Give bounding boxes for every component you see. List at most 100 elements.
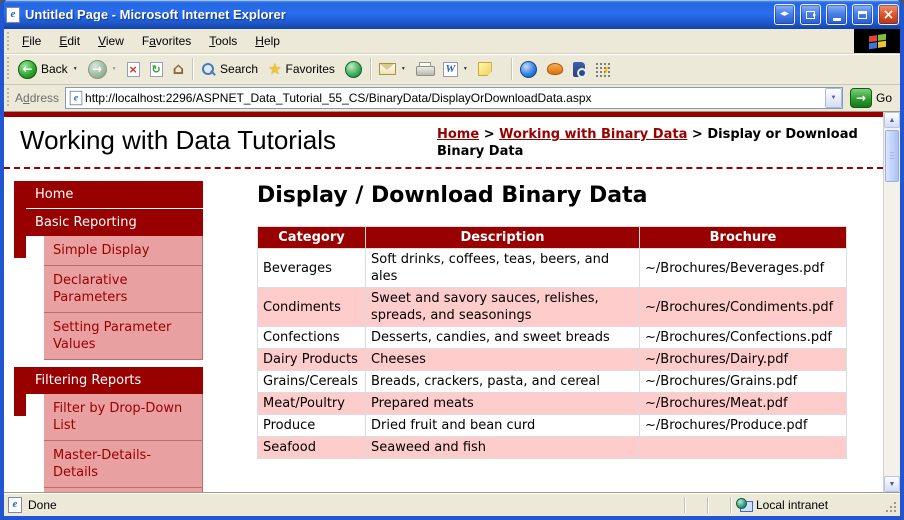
- menu-item-favorites[interactable]: Favorites: [133, 30, 200, 52]
- address-dropdown-button[interactable]: ▼: [825, 88, 842, 108]
- menu-item-tools[interactable]: Tools: [200, 30, 246, 52]
- sidebar-item-setting-parameter-values[interactable]: Setting Parameter Values: [44, 313, 203, 360]
- addon-fox-button[interactable]: [542, 61, 568, 77]
- cell-brochure: ~/Brochures/Grains.pdf: [640, 371, 847, 393]
- site-title: Working with Data Tutorials: [20, 124, 437, 156]
- scroll-down-button[interactable]: ▼: [884, 476, 900, 492]
- forward-icon: →: [88, 60, 107, 79]
- vertical-scrollbar[interactable]: ▲ ▼: [883, 112, 900, 492]
- sidebar-item-simple-display[interactable]: Simple Display: [44, 236, 203, 266]
- breadcrumb-link-home[interactable]: Home: [437, 127, 479, 142]
- nav-arrows-button[interactable]: ◂▸: [774, 4, 795, 25]
- status-page-icon: e: [8, 497, 22, 513]
- cell-category: Produce: [258, 415, 366, 437]
- search-label: Search: [220, 62, 258, 76]
- history-button[interactable]: [340, 59, 367, 80]
- menu-item-file[interactable]: File: [13, 30, 50, 52]
- main-content: Display / Download Binary Data CategoryD…: [257, 181, 883, 492]
- scrollbar-track[interactable]: [884, 128, 900, 476]
- research-button[interactable]: [568, 60, 590, 79]
- title-bar[interactable]: e Untitled Page - Microsoft Internet Exp…: [0, 0, 904, 29]
- cell-brochure: ~/Brochures/Confections.pdf: [640, 327, 847, 349]
- status-divider: [707, 497, 708, 513]
- table-header-category: Category: [258, 227, 366, 249]
- menu-item-edit[interactable]: Edit: [50, 30, 89, 52]
- sidebar-item-filter-by-drop-down-list[interactable]: Filter by Drop-Down List: [44, 394, 203, 441]
- sidebar-item-home[interactable]: Home: [26, 181, 203, 208]
- toolbar: ← Back ▼ → ▼ × ↻ ⌂ Search ★ Favorites: [4, 54, 900, 85]
- maximize-button[interactable]: [852, 4, 873, 25]
- sidebar-group: Home: [26, 181, 203, 208]
- sidebar-item-filtering-reports[interactable]: Filtering Reports: [26, 367, 203, 394]
- home-icon: ⌂: [173, 61, 184, 77]
- window-title: Untitled Page - Microsoft Internet Explo…: [25, 8, 769, 21]
- stop-button[interactable]: ×: [122, 60, 145, 79]
- status-pane: e Done: [8, 497, 683, 513]
- mail-button[interactable]: ▼: [374, 61, 411, 77]
- go-button[interactable]: → Go: [843, 88, 896, 108]
- page-header: Working with Data Tutorials Home > Worki…: [4, 117, 883, 169]
- scroll-up-icon: ▲: [889, 117, 896, 124]
- table-row: Grains/CerealsBreads, crackers, pasta, a…: [258, 371, 847, 393]
- close-icon: ×: [883, 8, 895, 22]
- status-divider: [730, 497, 731, 513]
- address-grip-handle[interactable]: [6, 88, 11, 108]
- ie-page-icon: e: [6, 7, 20, 23]
- research-book-icon: [573, 62, 585, 77]
- menu-grip-handle[interactable]: [6, 32, 11, 50]
- breadcrumb-link-working-with-binary-data[interactable]: Working with Binary Data: [499, 127, 687, 142]
- cell-brochure: ~/Brochures/Beverages.pdf: [640, 249, 847, 288]
- search-button[interactable]: Search: [196, 60, 263, 79]
- refresh-button[interactable]: ↻: [145, 60, 168, 79]
- cell-brochure: ~/Brochures/Meat.pdf: [640, 393, 847, 415]
- stop-icon: ×: [127, 62, 140, 77]
- cell-brochure: [640, 437, 847, 459]
- binary-grid-icon: [595, 62, 610, 77]
- go-label: Go: [876, 91, 892, 105]
- mail-dropdown-icon: ▼: [401, 66, 406, 72]
- sidebar-item-basic-reporting[interactable]: Basic Reporting: [26, 209, 203, 236]
- back-button[interactable]: ← Back ▼: [13, 58, 83, 81]
- table-row: Meat/PoultryPrepared meats~/Brochures/Me…: [258, 393, 847, 415]
- address-input[interactable]: [83, 91, 825, 105]
- close-button[interactable]: ×: [878, 4, 899, 25]
- toolbar-separator: [511, 58, 512, 80]
- print-button[interactable]: [411, 60, 438, 78]
- messenger-icon: [520, 61, 537, 78]
- cell-category: Grains/Cereals: [258, 371, 366, 393]
- sidebar-item-declarative-parameters[interactable]: Declarative Parameters: [44, 266, 203, 313]
- cell-description: Desserts, candies, and sweet breads: [366, 327, 640, 349]
- windows-flag-icon: [869, 33, 886, 48]
- sidebar-nav: HomeBasic ReportingSimple DisplayDeclara…: [14, 181, 203, 492]
- messenger-button[interactable]: [515, 59, 542, 80]
- detach-button[interactable]: ‣: [800, 4, 821, 25]
- resize-grip[interactable]: [884, 496, 898, 514]
- back-label: Back: [41, 62, 68, 76]
- minimize-button[interactable]: [826, 4, 847, 25]
- forward-button[interactable]: → ▼: [83, 58, 122, 81]
- local-intranet-icon: [736, 498, 751, 512]
- edit-word-button[interactable]: W ▼: [438, 60, 473, 79]
- scroll-up-button[interactable]: ▲: [884, 112, 900, 128]
- go-arrow-icon: →: [850, 88, 872, 108]
- sticky-note-button[interactable]: [473, 60, 497, 78]
- sidebar-item-master-details-details[interactable]: Master-Details-Details: [44, 441, 203, 488]
- cell-description: Seaweed and fish: [366, 437, 640, 459]
- menu-item-help[interactable]: Help: [246, 30, 289, 52]
- page-content: Working with Data Tutorials Home > Worki…: [4, 112, 883, 492]
- breadcrumb: Home > Working with Binary Data > Displa…: [437, 124, 869, 161]
- favorites-button[interactable]: ★ Favorites: [263, 60, 340, 79]
- categories-table: CategoryDescriptionBrochure BeveragesSof…: [257, 226, 847, 459]
- scrollbar-thumb[interactable]: [885, 130, 899, 182]
- page-title: Display / Download Binary Data: [257, 183, 865, 209]
- home-button[interactable]: ⌂: [168, 59, 189, 79]
- table-row: Dairy ProductsCheeses~/Brochures/Dairy.p…: [258, 349, 847, 371]
- toolbar-grip-handle[interactable]: [6, 57, 11, 81]
- cell-category: Meat/Poultry: [258, 393, 366, 415]
- menu-bar: FileEditViewFavoritesToolsHelp: [4, 29, 900, 54]
- menu-item-view[interactable]: View: [89, 30, 133, 52]
- cell-brochure: ~/Brochures/Condiments.pdf: [640, 288, 847, 327]
- table-row: BeveragesSoft drinks, coffees, teas, bee…: [258, 249, 847, 288]
- address-bar: Address e ▼ → Go: [4, 85, 900, 112]
- encoding-button[interactable]: [590, 60, 615, 79]
